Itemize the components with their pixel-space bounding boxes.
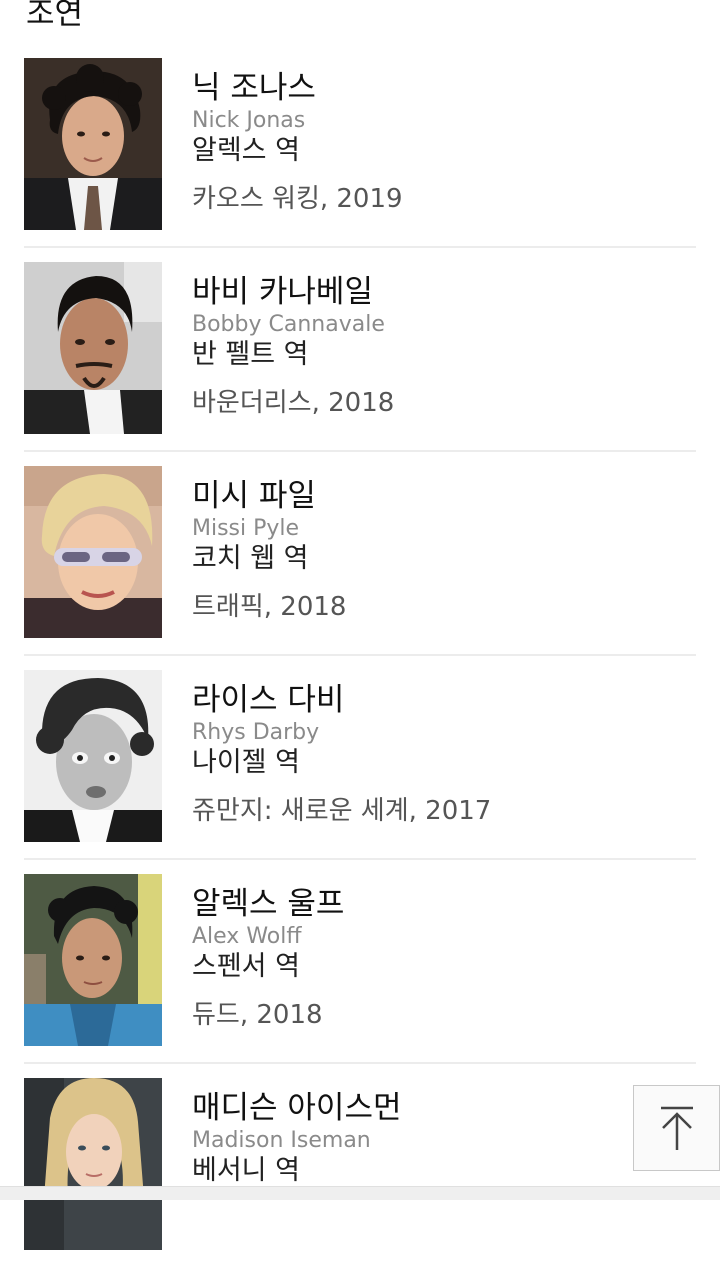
section-title: 조연 bbox=[26, 0, 84, 32]
bottom-bar bbox=[0, 1186, 720, 1200]
actor-role: 베서니 역 bbox=[192, 1155, 300, 1186]
actor-recent-work[interactable]: 쥬만지: 새로운 세계, 2017 bbox=[192, 794, 491, 828]
cast-item[interactable]: 라이스 다비 Rhys Darby 나이젤 역 쥬만지: 새로운 세계, 201… bbox=[24, 656, 696, 860]
actor-name[interactable]: 라이스 다비 bbox=[192, 680, 344, 720]
cast-item[interactable]: 매디슨 아이스먼 Madison Iseman 베서니 역 bbox=[24, 1064, 696, 1268]
actor-recent-work[interactable]: 바운더리스, 2018 bbox=[192, 386, 394, 420]
actor-role: 반 펠트 역 bbox=[192, 339, 309, 370]
actor-role: 스펜서 역 bbox=[192, 951, 300, 982]
actor-photo[interactable] bbox=[24, 466, 162, 638]
actor-name[interactable]: 미시 파일 bbox=[192, 476, 316, 516]
actor-name-en: Nick Jonas bbox=[192, 108, 306, 133]
scroll-to-top-button[interactable] bbox=[633, 1085, 720, 1171]
cast-item[interactable]: 미시 파일 Missi Pyle 코치 웹 역 트래픽, 2018 bbox=[24, 452, 696, 656]
arrow-up-icon bbox=[661, 1106, 693, 1150]
actor-photo[interactable] bbox=[24, 58, 162, 230]
actor-name-en: Bobby Cannavale bbox=[192, 312, 385, 337]
actor-role: 알렉스 역 bbox=[192, 135, 300, 166]
actor-photo[interactable] bbox=[24, 1078, 162, 1250]
cast-item[interactable]: 닉 조나스 Nick Jonas 알렉스 역 카오스 워킹, 2019 bbox=[24, 44, 696, 248]
actor-role: 코치 웹 역 bbox=[192, 543, 309, 574]
actor-name-en: Rhys Darby bbox=[192, 720, 320, 745]
cast-item[interactable]: 바비 카나베일 Bobby Cannavale 반 펠트 역 바운더리스, 20… bbox=[24, 248, 696, 452]
cast-item[interactable]: 알렉스 울프 Alex Wolff 스펜서 역 듀드, 2018 bbox=[24, 860, 696, 1064]
actor-name-en: Missi Pyle bbox=[192, 516, 300, 541]
actor-recent-work[interactable]: 트래픽, 2018 bbox=[192, 590, 346, 624]
actor-name-en: Alex Wolff bbox=[192, 924, 302, 949]
actor-photo[interactable] bbox=[24, 262, 162, 434]
actor-name[interactable]: 닉 조나스 bbox=[192, 68, 316, 108]
actor-role: 나이젤 역 bbox=[192, 747, 300, 778]
actor-name[interactable]: 알렉스 울프 bbox=[192, 884, 344, 924]
actor-photo[interactable] bbox=[24, 670, 162, 842]
actor-recent-work[interactable]: 카오스 워킹, 2019 bbox=[192, 182, 403, 216]
actor-photo[interactable] bbox=[24, 874, 162, 1046]
actor-name[interactable]: 바비 카나베일 bbox=[192, 272, 373, 312]
actor-recent-work[interactable]: 듀드, 2018 bbox=[192, 998, 323, 1032]
actor-name[interactable]: 매디슨 아이스먼 bbox=[192, 1088, 402, 1128]
actor-name-en: Madison Iseman bbox=[192, 1128, 371, 1153]
